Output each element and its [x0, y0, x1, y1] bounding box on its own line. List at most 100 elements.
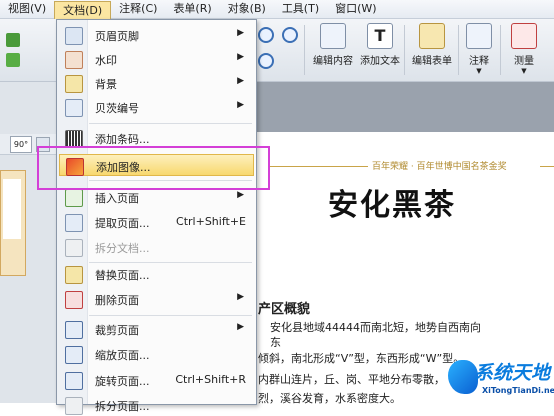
edit-form-icon [419, 23, 445, 49]
background-icon [65, 75, 83, 93]
menu-view[interactable]: 视图(V) [0, 0, 54, 18]
menu-comment[interactable]: 注释(C) [111, 0, 165, 18]
menu-item-label: 旋转页面... [95, 375, 150, 388]
thumbnail-page [3, 179, 21, 239]
paragraph-line: 烈，溪谷发育，水系密度大。 [258, 392, 401, 405]
menu-item-label: 缩放页面... [95, 349, 150, 362]
toolbar-separator [404, 25, 405, 75]
back-icon[interactable] [6, 33, 20, 47]
zoom-in-icon[interactable] [258, 27, 274, 43]
menu-item-split-pages[interactable]: 拆分页面... [57, 394, 256, 416]
edit-content-label: 编辑内容 [313, 56, 353, 67]
menu-item-header-footer[interactable]: 页眉页脚 ▶ [57, 24, 256, 46]
edit-form-label: 编辑表单 [412, 56, 452, 67]
toolbar-separator [458, 25, 459, 75]
forward-icon[interactable] [6, 53, 20, 67]
rotate-pages-icon [65, 372, 83, 390]
menu-item-watermark[interactable]: 水印 ▶ [57, 48, 256, 70]
edit-form-button[interactable]: 编辑表单 [409, 23, 455, 67]
watermark-logo: 系统天地 XiTongTianDi.net [448, 356, 554, 403]
extract-pages-icon [65, 214, 83, 232]
menu-item-scale-pages[interactable]: 缩放页面... [57, 343, 256, 365]
annotate-label: 注释 [469, 56, 489, 67]
document-menu: 页眉页脚 ▶ 水印 ▶ 背景 ▶ 贝茨编号 ▶ 添加条码... 添加图像... … [56, 19, 257, 415]
menu-item-label: 插入页面 [95, 192, 139, 205]
submenu-arrow-icon: ▶ [237, 76, 244, 86]
submenu-arrow-icon: ▶ [237, 100, 244, 110]
section-heading: 产区概貌 [258, 302, 311, 317]
menu-item-label: 页眉页脚 [95, 30, 139, 43]
submenu-arrow-icon: ▶ [237, 28, 244, 38]
document-title: 安化黑茶 [328, 188, 456, 223]
edit-content-icon [320, 23, 346, 49]
dropdown-arrow-icon: ▼ [476, 67, 482, 75]
menu-form[interactable]: 表单(R) [165, 0, 219, 18]
menu-item-rotate-pages[interactable]: 旋转页面... Ctrl+Shift+R [57, 369, 256, 391]
watermark-icon [65, 51, 83, 69]
menu-item-label: 背景 [95, 78, 117, 91]
zoom-out-icon[interactable] [282, 27, 298, 43]
menu-item-background[interactable]: 背景 ▶ [57, 72, 256, 94]
paragraph-line: 东 [270, 336, 281, 349]
menu-item-label: 拆分文档... [95, 242, 150, 255]
menu-object[interactable]: 对象(B) [220, 0, 274, 18]
scale-pages-icon [65, 346, 83, 364]
replace-pages-icon [65, 266, 83, 284]
annotate-button[interactable]: 注释 ▼ [461, 23, 497, 75]
submenu-arrow-icon: ▶ [237, 322, 244, 332]
menu-item-delete-pages[interactable]: 删除页面 ▶ [57, 288, 256, 310]
submenu-arrow-icon: ▶ [237, 190, 244, 200]
edit-content-button[interactable]: 编辑内容 [310, 23, 356, 67]
rotate-button[interactable]: 90° [10, 136, 32, 153]
measure-button[interactable]: 测量 ▼ [504, 23, 544, 75]
menu-item-label: 贝茨编号 [95, 102, 139, 115]
annotate-icon [466, 23, 492, 49]
menu-window[interactable]: 窗口(W) [327, 0, 384, 18]
menu-item-label: 水印 [95, 54, 117, 67]
paragraph-line: 倾斜，南北形成“V”型，东西形成“W”型。 [258, 352, 465, 365]
menu-item-extract-pages[interactable]: 提取页面... Ctrl+Shift+E [57, 211, 256, 233]
menu-item-split-document[interactable]: 拆分文档... [57, 236, 256, 258]
dropdown-arrow-icon: ▼ [521, 67, 527, 75]
split-pages-icon [65, 397, 83, 415]
menu-item-replace-pages[interactable]: 替换页面... [57, 263, 256, 285]
document-tagline: 百年荣耀 · 百年世博中国名茶金奖 [372, 162, 507, 172]
menu-document[interactable]: 文档(D) [54, 0, 112, 19]
measure-label: 测量 [514, 56, 534, 67]
toolbar-separator [304, 25, 305, 75]
watermark-title: 系统天地 [474, 362, 551, 384]
menu-separator [89, 123, 252, 124]
menu-bar: 视图(V) 文档(D) 注释(C) 表单(R) 对象(B) 工具(T) 窗口(W… [0, 0, 554, 19]
menu-tools[interactable]: 工具(T) [274, 0, 327, 18]
menu-separator [89, 315, 252, 316]
split-document-icon [65, 239, 83, 257]
page-thumbnail[interactable] [0, 170, 26, 276]
zoom-fit-icon[interactable] [258, 53, 274, 69]
menu-item-crop-pages[interactable]: 裁剪页面 ▶ [57, 318, 256, 340]
paragraph-line: 安化县地域44444而南北短，地势自西南向 [270, 321, 481, 334]
insert-page-icon [65, 189, 83, 207]
menu-item-label: 删除页面 [95, 294, 139, 307]
crop-icon [65, 321, 83, 339]
measure-icon [511, 23, 537, 49]
menu-item-shortcut: Ctrl+Shift+R [175, 373, 246, 386]
toolbar-left-tools [2, 29, 46, 73]
highlight-annotation-box [37, 146, 270, 190]
menu-item-label: 添加条码... [95, 133, 150, 146]
decorative-line [540, 166, 554, 167]
add-text-label: 添加文本 [360, 56, 400, 67]
watermark-subtitle: XiTongTianDi.net [482, 386, 554, 395]
menu-item-shortcut: Ctrl+Shift+E [176, 215, 246, 228]
menu-item-label: 裁剪页面 [95, 324, 139, 337]
menu-item-label: 替换页面... [95, 269, 150, 282]
delete-pages-icon [65, 291, 83, 309]
menu-item-label: 提取页面... [95, 217, 150, 230]
submenu-arrow-icon: ▶ [237, 292, 244, 302]
submenu-arrow-icon: ▶ [237, 52, 244, 62]
menu-item-bates-numbering[interactable]: 贝茨编号 ▶ [57, 96, 256, 118]
add-text-button[interactable]: T 添加文本 [357, 23, 403, 67]
bates-icon [65, 99, 83, 117]
header-footer-icon [65, 27, 83, 45]
menu-item-label: 拆分页面... [95, 400, 150, 413]
paragraph-line: 内群山连片，丘、岗、平地分布零散， [258, 373, 445, 386]
